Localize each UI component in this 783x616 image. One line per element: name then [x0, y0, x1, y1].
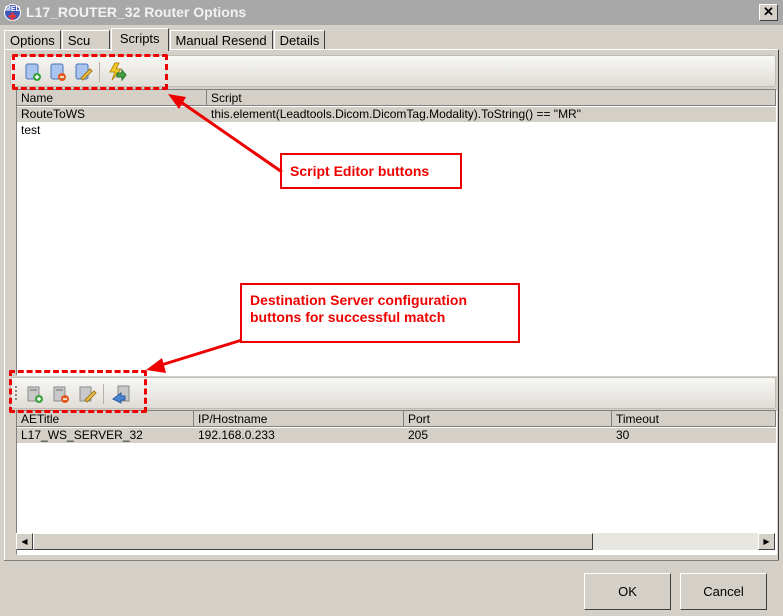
server-host: 192.168.0.233 [198, 428, 275, 442]
footer-divider [4, 560, 779, 561]
title-bar: MED ✚ L17_ROUTER_32 Router Options ✕ [0, 0, 783, 25]
arrow-left-icon: ◀ [21, 537, 28, 546]
script-name: test [21, 123, 41, 137]
callout-line-1: Destination Server configuration [250, 292, 468, 308]
tab-scu[interactable]: Scu [61, 30, 110, 50]
script-editor-callout: Script Editor buttons [280, 153, 462, 189]
window-title: L17_ROUTER_32 Router Options [26, 4, 247, 20]
column-header-timeout[interactable]: Timeout [612, 411, 776, 427]
column-header-name[interactable]: Name [17, 90, 207, 106]
tab-strip: Options Scu Scripts Manual Resend Detail… [4, 28, 326, 51]
destination-server-callout: Destination Server configuration buttons… [240, 283, 520, 343]
server-buttons-highlight [9, 370, 147, 413]
column-header-port[interactable]: Port [404, 411, 612, 427]
close-button[interactable]: ✕ [759, 4, 778, 21]
column-header-aetitle[interactable]: AETitle [17, 411, 194, 427]
script-expression: this.element(Leadtools.Dicom.DicomTag.Mo… [211, 107, 581, 121]
column-header-script[interactable]: Script [207, 90, 776, 106]
script-row[interactable]: test [17, 123, 776, 138]
arrow-right-icon: ▶ [763, 537, 770, 546]
scroll-right-button[interactable]: ▶ [758, 533, 775, 550]
callout-line-2: buttons for successful match [250, 309, 446, 325]
script-buttons-highlight [12, 54, 168, 90]
server-port: 205 [408, 428, 429, 442]
close-icon: ✕ [763, 4, 774, 19]
tab-details[interactable]: Details [273, 30, 326, 50]
script-row[interactable]: RouteToWS this.element(Leadtools.Dicom.D… [17, 107, 776, 122]
tab-manual-resend[interactable]: Manual Resend [169, 30, 273, 50]
scroll-thumb[interactable] [33, 533, 593, 550]
column-header-ip-hostname[interactable]: IP/Hostname [194, 411, 404, 427]
script-name: RouteToWS [21, 107, 86, 121]
app-icon: MED ✚ [4, 4, 21, 23]
ok-button[interactable]: OK [584, 573, 671, 610]
server-aetitle: L17_WS_SERVER_32 [21, 428, 143, 442]
cancel-button[interactable]: Cancel [680, 573, 767, 610]
horizontal-scrollbar[interactable]: ◀ ▶ [16, 533, 775, 550]
tab-options[interactable]: Options [4, 30, 61, 50]
server-timeout: 30 [616, 428, 630, 442]
tab-scripts[interactable]: Scripts [110, 28, 169, 51]
scroll-left-button[interactable]: ◀ [16, 533, 33, 550]
server-row[interactable]: L17_WS_SERVER_32 192.168.0.233 205 30 [17, 428, 776, 443]
